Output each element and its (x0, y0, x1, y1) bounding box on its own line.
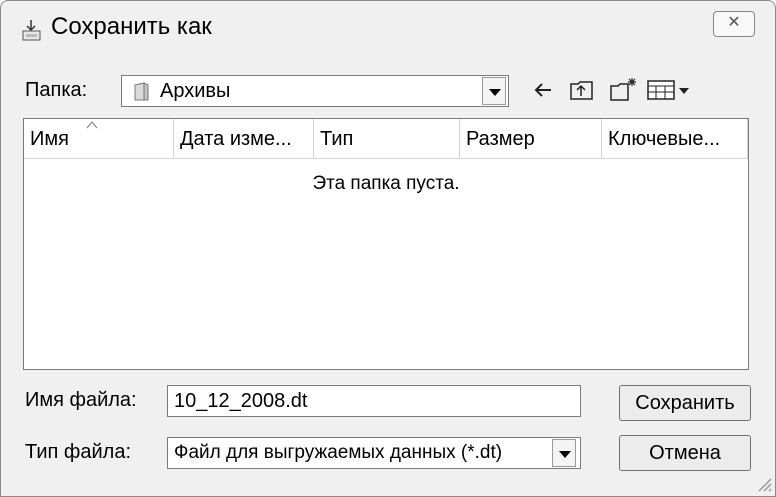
filetype-label: Тип файла: (25, 441, 131, 463)
close-icon: ✕ (727, 14, 741, 31)
column-header-date[interactable]: Дата изме... (174, 119, 314, 159)
save-button[interactable]: Сохранить (619, 385, 751, 421)
sort-ascending-icon (86, 121, 98, 129)
filetype-value: Файл для выгружаемых данных (*.dt) (174, 442, 503, 463)
new-folder-icon[interactable] (607, 75, 639, 105)
column-header-name[interactable]: Имя (24, 119, 174, 159)
window-title: Сохранить как (51, 13, 212, 40)
file-list[interactable]: Имя Дата изме... Тип Размер Ключевые... … (23, 118, 749, 370)
filetype-select[interactable]: Файл для выгружаемых данных (*.dt) (167, 437, 581, 469)
cancel-button[interactable]: Отмена (619, 435, 751, 471)
close-button[interactable]: ✕ (713, 11, 755, 37)
filename-value: 10_12_2008.dt (174, 390, 308, 412)
folder-select[interactable]: Архивы (121, 75, 509, 107)
folder-icon (134, 82, 149, 101)
folder-name: Архивы (160, 80, 231, 102)
title-bar: Сохранить как ✕ (1, 1, 775, 63)
up-folder-icon[interactable] (567, 75, 597, 105)
back-arrow-icon[interactable] (529, 75, 559, 105)
save-as-dialog: Сохранить как ✕ Папка: Архивы Имя Дата и… (0, 0, 776, 497)
column-header-size[interactable]: Размер (460, 119, 602, 159)
filename-label: Имя файла: (25, 389, 137, 411)
column-header-type[interactable]: Тип (314, 119, 460, 159)
filetype-dropdown-arrow[interactable] (552, 439, 576, 467)
view-menu-icon[interactable] (645, 75, 695, 105)
column-header-keywords[interactable]: Ключевые... (602, 119, 748, 159)
resize-grip-icon[interactable] (753, 473, 773, 493)
folder-dropdown-arrow[interactable] (482, 77, 506, 105)
save-as-app-icon (22, 20, 41, 41)
empty-folder-message: Эта папка пуста. (312, 173, 460, 194)
folder-label: Папка: (25, 79, 88, 101)
filename-input[interactable]: 10_12_2008.dt (167, 385, 581, 417)
